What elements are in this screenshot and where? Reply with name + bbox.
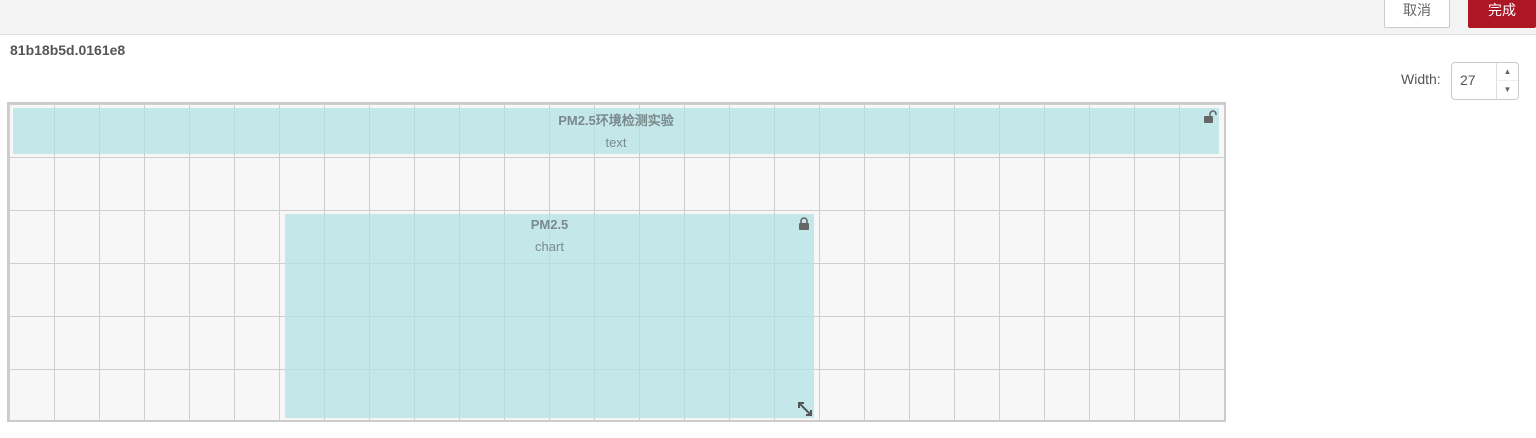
widget-chart[interactable]: PM2.5 chart [285,214,814,418]
width-value[interactable]: 27 [1460,72,1476,88]
decrement-button[interactable]: ▼ [1496,81,1518,99]
widget-text[interactable]: PM2.5环境检测实验 text [13,108,1219,154]
lock-icon[interactable] [797,217,811,231]
width-label: Width: [1401,71,1441,87]
node-id-label: 81b18b5d.0161e8 [10,42,126,58]
widget-type: chart [535,239,564,254]
resize-icon[interactable] [797,401,813,417]
width-stepper[interactable]: 27 ▲ ▼ [1451,62,1519,100]
layout-grid[interactable]: PM2.5环境检测实验 text PM2.5 chart [7,102,1226,422]
top-toolbar [0,0,1536,35]
unlock-icon[interactable] [1203,110,1217,124]
increment-button[interactable]: ▲ [1496,63,1518,81]
cancel-button[interactable]: 取消 [1384,0,1450,28]
widget-title: PM2.5环境检测实验 [558,113,674,128]
done-button[interactable]: 完成 [1468,0,1536,28]
widget-type: text [605,135,627,150]
widget-title: PM2.5 [530,217,569,232]
